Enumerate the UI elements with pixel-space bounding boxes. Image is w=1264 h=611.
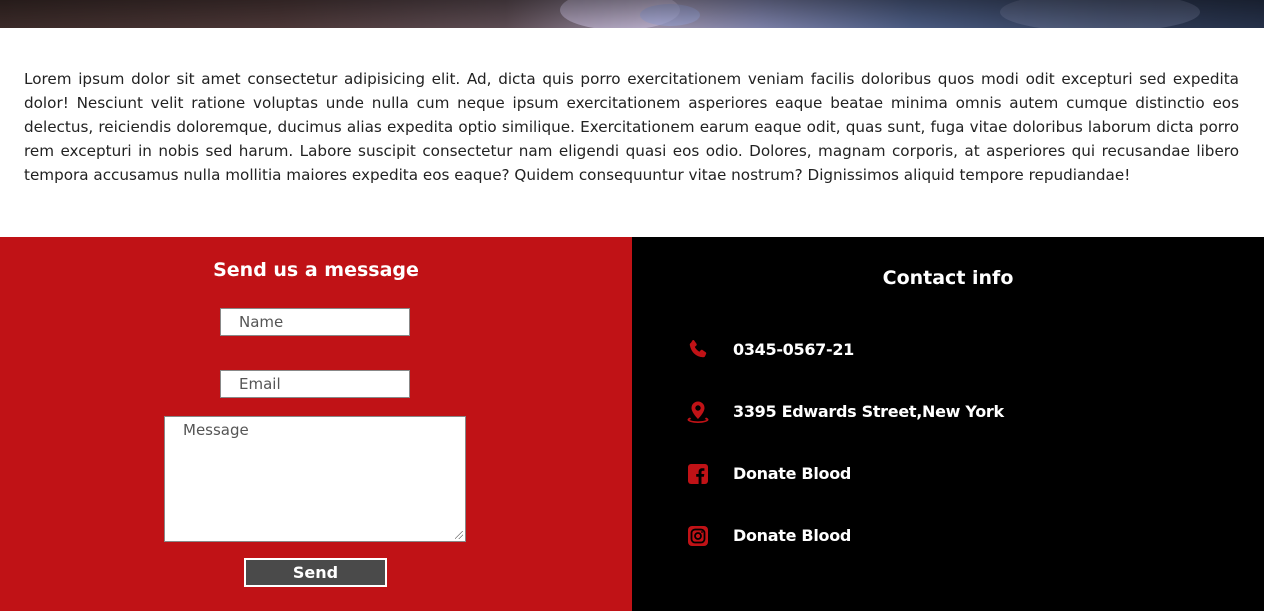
address-text: 3395 Edwards Street,New York (733, 402, 1004, 421)
about-paragraph: Lorem ipsum dolor sit amet consectetur a… (24, 70, 1239, 185)
message-placeholder: Message (183, 421, 249, 439)
message-textarea[interactable]: Message (164, 416, 466, 542)
resize-handle-icon[interactable] (455, 531, 463, 539)
email-input[interactable]: Email (220, 370, 410, 398)
send-button[interactable]: Send (244, 558, 387, 587)
location-pin-icon (687, 401, 709, 423)
phone-icon (689, 340, 707, 358)
hero-image-strip (0, 0, 1264, 28)
facebook-icon (688, 464, 708, 484)
instagram-icon (688, 526, 708, 546)
phone-number: 0345-0567-21 (733, 340, 855, 359)
name-input[interactable]: Name (220, 308, 410, 336)
contact-title: Contact info (882, 267, 1014, 289)
form-title: Send us a message (213, 259, 419, 281)
contact-info-panel: Contact info 0345-0567-21 3395 Edwards S… (632, 237, 1264, 611)
instagram-link: Donate Blood (733, 526, 852, 545)
facebook-link: Donate Blood (733, 464, 852, 483)
message-form-panel: Send us a message Name Email Message Sen… (0, 237, 632, 611)
